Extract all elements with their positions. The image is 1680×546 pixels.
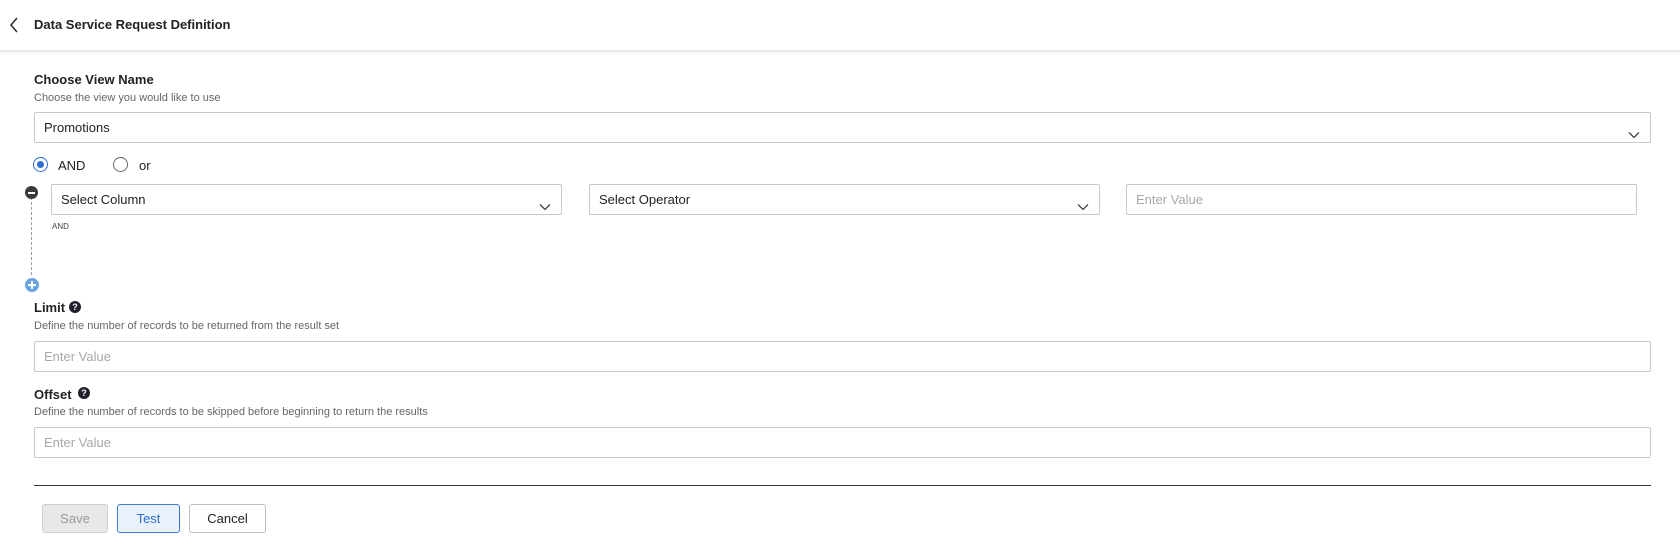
offset-input[interactable]: Enter Value <box>34 427 1651 458</box>
back-arrow-icon[interactable] <box>6 15 24 35</box>
chevron-down-icon <box>1077 194 1089 211</box>
limit-input[interactable]: Enter Value <box>34 341 1651 372</box>
footer-divider <box>34 485 1651 486</box>
page-header: Data Service Request Definition <box>0 0 1680 51</box>
radio-and-label: AND <box>58 158 86 173</box>
radio-or[interactable] <box>113 157 128 172</box>
operator-select-value: Select Operator <box>599 192 691 207</box>
add-condition-icon[interactable] <box>25 278 39 292</box>
view-name-select[interactable]: Promotions <box>34 112 1651 143</box>
condition-value-placeholder: Enter Value <box>1136 192 1203 207</box>
chevron-down-icon <box>539 194 551 211</box>
offset-description: Define the number of records to be skipp… <box>34 406 428 418</box>
operator-select[interactable]: Select Operator <box>589 184 1100 215</box>
limit-help-icon[interactable]: ? <box>69 301 81 313</box>
radio-and[interactable] <box>33 157 48 172</box>
remove-condition-icon[interactable] <box>25 186 38 199</box>
offset-help-icon[interactable]: ? <box>78 387 90 399</box>
chevron-down-icon <box>1628 122 1640 139</box>
limit-placeholder: Enter Value <box>44 349 111 364</box>
view-name-selected-value: Promotions <box>44 120 110 135</box>
view-name-label: Choose View Name <box>34 72 154 87</box>
limit-description: Define the number of records to be retur… <box>34 320 340 332</box>
condition-connector-label: AND <box>52 222 69 231</box>
limit-label: Limit <box>34 300 66 315</box>
condition-value-input[interactable]: Enter Value <box>1126 184 1637 215</box>
offset-placeholder: Enter Value <box>44 435 111 450</box>
column-select-value: Select Column <box>61 192 146 207</box>
page-title: Data Service Request Definition <box>34 17 231 32</box>
cancel-button[interactable]: Cancel <box>189 504 266 533</box>
column-select[interactable]: Select Column <box>51 184 562 215</box>
offset-label: Offset <box>34 387 72 402</box>
save-button[interactable]: Save <box>42 504 108 533</box>
view-name-description: Choose the view you would like to use <box>34 92 221 104</box>
radio-or-label: or <box>139 158 151 173</box>
condition-tree-line <box>31 197 32 275</box>
test-button[interactable]: Test <box>117 504 180 533</box>
